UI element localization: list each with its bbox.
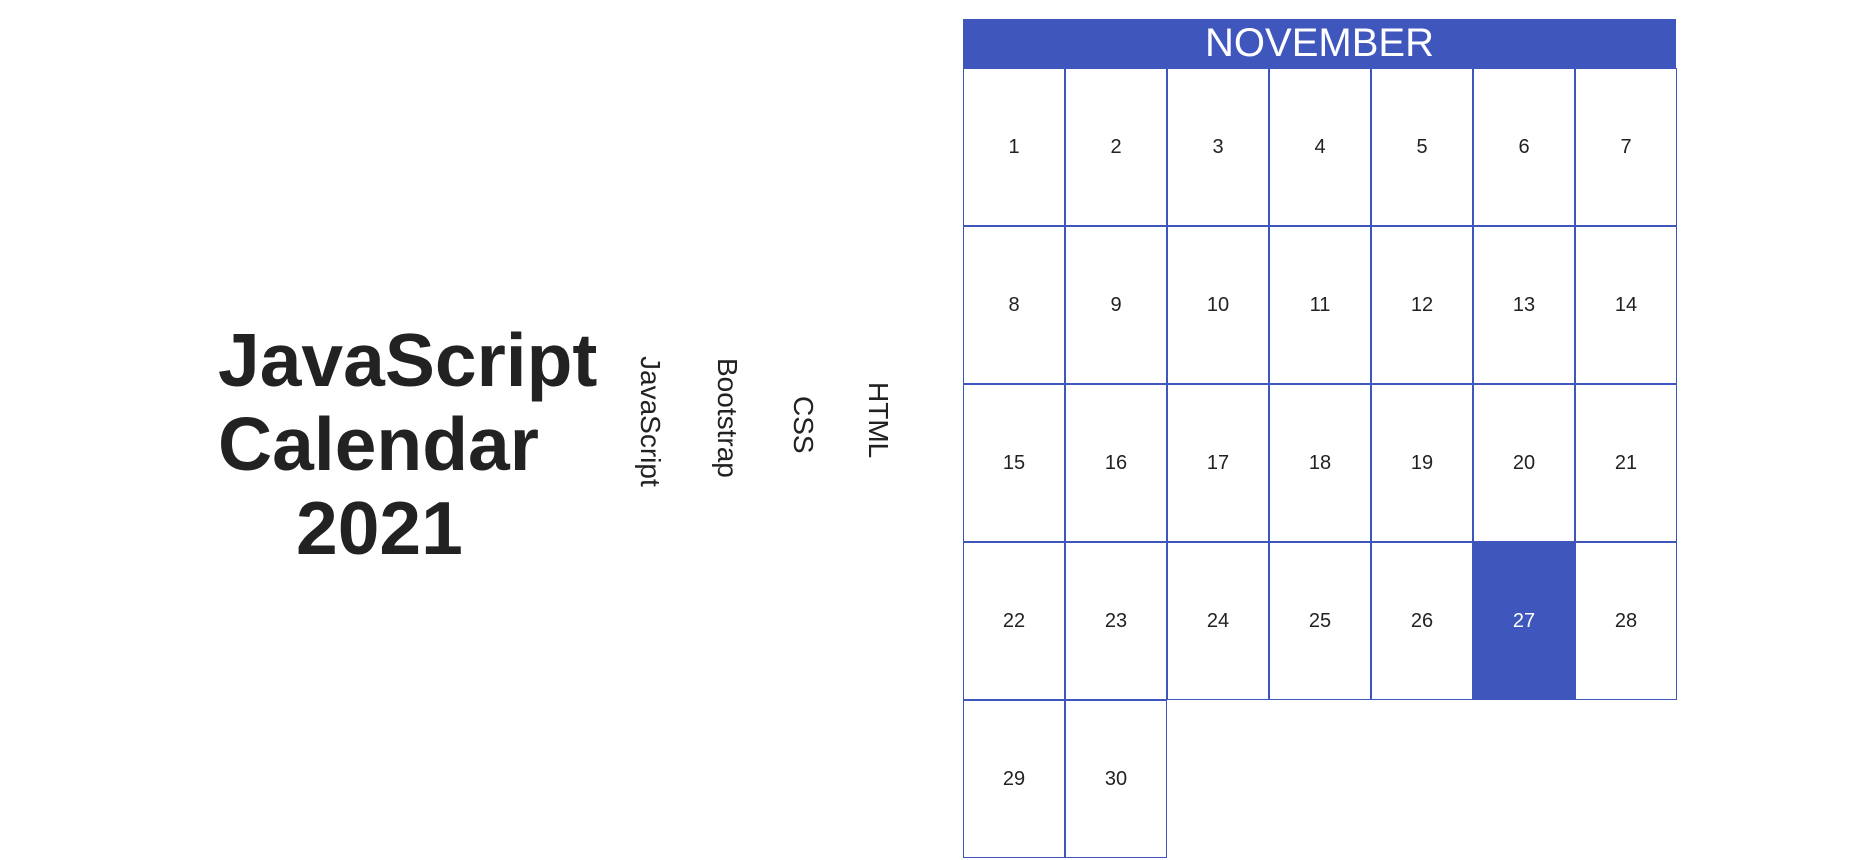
month-header: NOVEMBER (963, 19, 1676, 68)
day-cell[interactable]: 21 (1575, 384, 1677, 542)
day-cell[interactable]: 22 (963, 542, 1065, 700)
day-cell[interactable]: 6 (1473, 68, 1575, 226)
page: JavaScript Calendar 2021 JavaScript Boot… (0, 0, 1867, 860)
day-cell[interactable]: 1 (963, 68, 1065, 226)
title-line-1: JavaScript (218, 318, 598, 402)
tag-javascript[interactable]: JavaScript (634, 356, 666, 487)
day-cell[interactable]: 17 (1167, 384, 1269, 542)
day-cell[interactable]: 4 (1269, 68, 1371, 226)
calendar: NOVEMBER 1 2 3 4 5 6 7 8 9 10 11 12 13 14 15 16 17 18 19 20… (963, 19, 1677, 858)
day-cell[interactable]: 5 (1371, 68, 1473, 226)
day-cell[interactable]: 25 (1269, 542, 1371, 700)
day-cell[interactable]: 20 (1473, 384, 1575, 542)
day-grid: 1 2 3 4 5 6 7 8 9 10 11 12 13 14 15 16 17 18 19 20 21 22 23 24 2… (963, 68, 1677, 858)
day-cell[interactable]: 9 (1065, 226, 1167, 384)
tag-bootstrap[interactable]: Bootstrap (711, 358, 743, 478)
day-cell[interactable]: 23 (1065, 542, 1167, 700)
day-cell[interactable]: 24 (1167, 542, 1269, 700)
day-cell[interactable]: 13 (1473, 226, 1575, 384)
page-title: JavaScript Calendar 2021 (218, 318, 638, 570)
day-cell[interactable]: 18 (1269, 384, 1371, 542)
day-cell-selected[interactable]: 27 (1473, 542, 1575, 700)
tag-html[interactable]: HTML (862, 382, 894, 458)
day-cell[interactable]: 11 (1269, 226, 1371, 384)
day-cell[interactable]: 26 (1371, 542, 1473, 700)
day-cell[interactable]: 12 (1371, 226, 1473, 384)
day-cell[interactable]: 19 (1371, 384, 1473, 542)
day-cell[interactable]: 7 (1575, 68, 1677, 226)
day-cell[interactable]: 15 (963, 384, 1065, 542)
title-line-2: Calendar (218, 402, 539, 486)
day-cell[interactable]: 2 (1065, 68, 1167, 226)
day-cell[interactable]: 10 (1167, 226, 1269, 384)
day-cell[interactable]: 14 (1575, 226, 1677, 384)
day-cell[interactable]: 16 (1065, 384, 1167, 542)
day-cell[interactable]: 8 (963, 226, 1065, 384)
day-cell[interactable]: 28 (1575, 542, 1677, 700)
title-year: 2021 (296, 486, 463, 570)
day-cell[interactable]: 29 (963, 700, 1065, 858)
day-cell[interactable]: 3 (1167, 68, 1269, 226)
day-cell[interactable]: 30 (1065, 700, 1167, 858)
tag-css[interactable]: CSS (787, 396, 819, 454)
